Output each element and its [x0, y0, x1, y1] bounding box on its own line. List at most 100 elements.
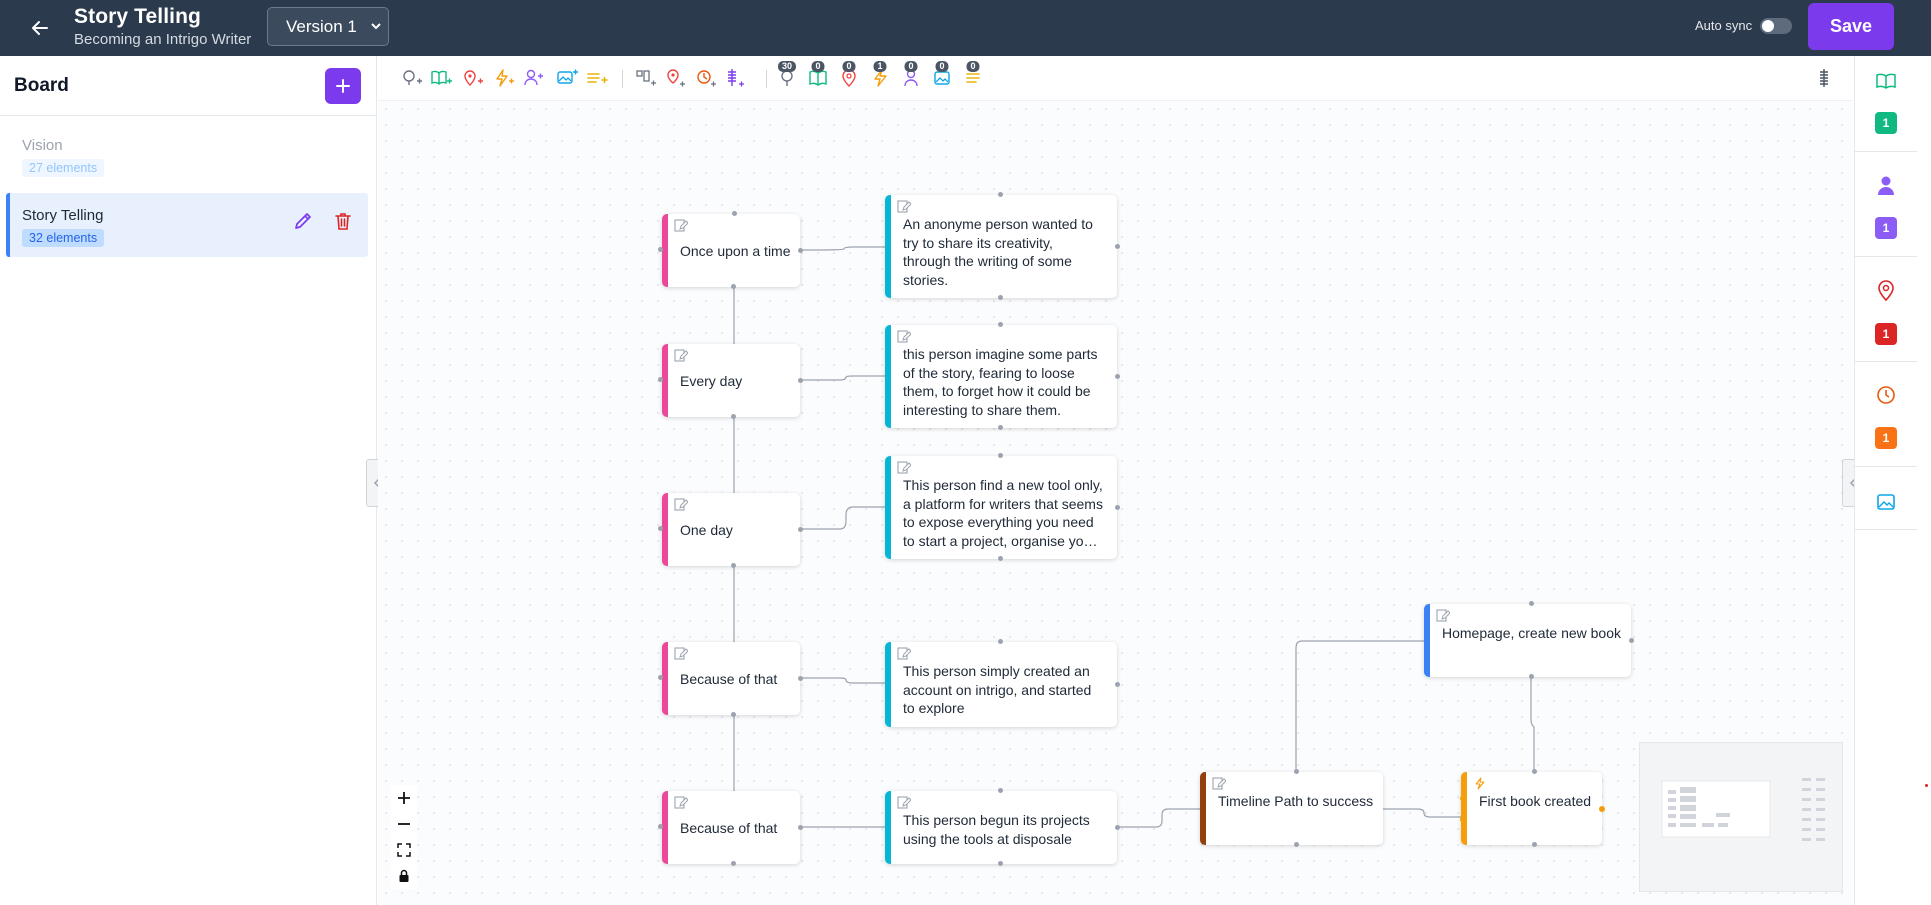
add-chapter-button[interactable] — [723, 67, 747, 89]
add-character-button[interactable] — [522, 67, 546, 89]
filter-characters-button[interactable]: 0 — [899, 61, 923, 89]
book-icon — [1876, 73, 1896, 89]
node-handle[interactable] — [1532, 842, 1537, 847]
node-handle[interactable] — [1460, 817, 1465, 822]
node-handle[interactable] — [731, 284, 736, 289]
board-item-story-telling[interactable]: Story Telling 32 elements — [6, 193, 368, 257]
add-place-button[interactable] — [461, 67, 485, 89]
add-book-button[interactable] — [430, 67, 454, 89]
delete-board-button[interactable] — [332, 210, 354, 232]
node-handle[interactable] — [731, 414, 736, 419]
note-edit-icon — [674, 349, 688, 362]
node-handle[interactable] — [998, 295, 1003, 300]
autosync-toggle[interactable] — [1760, 18, 1792, 34]
lock-canvas-button[interactable] — [391, 863, 417, 889]
board-canvas[interactable]: Once upon a time Every day One day Becau… — [378, 101, 1853, 905]
story-node[interactable]: Because of that — [662, 791, 800, 864]
zoom-controls — [391, 785, 417, 889]
node-handle[interactable] — [998, 322, 1003, 327]
node-handle[interactable] — [998, 861, 1003, 866]
story-node[interactable]: Because of that — [662, 642, 800, 715]
add-event-button[interactable] — [492, 67, 516, 89]
timeline-node[interactable]: Timeline Path to success — [1200, 772, 1383, 845]
add-group-button[interactable] — [634, 67, 658, 89]
node-handle[interactable] — [731, 861, 736, 866]
node-handle[interactable] — [1115, 505, 1120, 510]
node-handle[interactable] — [1529, 674, 1534, 679]
timeline-panel-button[interactable] — [1855, 385, 1917, 405]
filter-images-button[interactable]: 0 — [930, 61, 954, 89]
node-handle[interactable] — [798, 248, 803, 253]
add-idea-button[interactable] — [400, 67, 424, 89]
images-panel-button[interactable] — [1855, 493, 1917, 511]
node-handle[interactable] — [732, 211, 737, 216]
chevron-down-icon — [371, 23, 381, 30]
add-board-button[interactable] — [325, 68, 361, 104]
event-node[interactable]: First book created — [1461, 772, 1602, 845]
story-node[interactable]: Homepage, create new book — [1424, 604, 1631, 677]
node-handle[interactable] — [1115, 825, 1120, 830]
story-node[interactable]: This person find a new tool only, a plat… — [885, 456, 1117, 559]
characters-panel-button[interactable] — [1855, 175, 1917, 197]
node-handle[interactable] — [998, 453, 1003, 458]
add-place-path-button[interactable] — [663, 67, 687, 89]
node-handle[interactable] — [1629, 638, 1634, 643]
add-note-button[interactable] — [585, 67, 609, 89]
node-handle[interactable] — [1115, 374, 1120, 379]
node-handle[interactable] — [998, 639, 1003, 644]
story-node[interactable]: This person simply created an account on… — [885, 642, 1117, 727]
story-node[interactable]: This person begun its projects using the… — [885, 791, 1117, 864]
version-select[interactable]: Version 1 — [267, 7, 389, 46]
node-handle[interactable] — [1529, 601, 1534, 606]
node-handle[interactable] — [1115, 682, 1120, 687]
save-button[interactable]: Save — [1808, 3, 1894, 50]
node-handle[interactable] — [1532, 769, 1537, 774]
back-button[interactable] — [26, 14, 54, 42]
node-handle[interactable] — [658, 377, 663, 382]
add-timeline-button[interactable] — [694, 67, 718, 89]
minimap[interactable] — [1639, 742, 1843, 892]
note-edit-icon — [1212, 777, 1226, 790]
node-handle[interactable] — [798, 527, 803, 532]
node-handle[interactable] — [731, 563, 736, 568]
filter-places-button[interactable]: 0 — [837, 61, 861, 89]
node-handle[interactable] — [998, 425, 1003, 430]
node-handle[interactable] — [798, 825, 803, 830]
zoom-in-button[interactable] — [391, 785, 417, 811]
filter-events-button[interactable]: 1 — [868, 61, 892, 89]
node-handle[interactable] — [998, 192, 1003, 197]
story-node[interactable]: Once upon a time — [662, 214, 800, 287]
node-handle[interactable] — [1115, 244, 1120, 249]
story-node[interactable]: One day — [662, 493, 800, 566]
books-panel-button[interactable] — [1855, 71, 1917, 91]
node-handle[interactable] — [798, 676, 803, 681]
node-handle[interactable] — [1599, 806, 1605, 812]
node-handle[interactable] — [998, 788, 1003, 793]
places-count: 1 — [1855, 323, 1917, 345]
filter-ideas-button[interactable]: 30 — [775, 61, 799, 89]
node-text: this person imagine some parts of the st… — [903, 346, 1098, 418]
story-node[interactable]: this person imagine some parts of the st… — [885, 325, 1117, 428]
filter-notes-button[interactable]: 0 — [961, 61, 985, 89]
node-handle[interactable] — [1294, 769, 1299, 774]
timeline-view-button[interactable] — [1812, 67, 1836, 89]
node-handle[interactable] — [731, 712, 736, 717]
node-handle[interactable] — [658, 824, 663, 829]
node-handle[interactable] — [658, 247, 663, 252]
board-item-vision[interactable]: Vision 27 elements — [6, 123, 368, 187]
node-handle[interactable] — [998, 556, 1003, 561]
story-node[interactable]: An anonyme person wanted to try to share… — [885, 195, 1117, 298]
node-handle[interactable] — [1294, 842, 1299, 847]
rail-divider — [1855, 151, 1917, 152]
edit-board-button[interactable] — [292, 210, 314, 232]
story-node[interactable]: Every day — [662, 344, 800, 417]
places-panel-button[interactable] — [1855, 280, 1917, 302]
add-image-button[interactable] — [556, 67, 580, 89]
filter-books-button[interactable]: 0 — [806, 61, 830, 89]
node-handle[interactable] — [658, 675, 663, 680]
node-handle[interactable] — [798, 378, 803, 383]
node-handle[interactable] — [658, 526, 663, 531]
fit-view-button[interactable] — [391, 837, 417, 863]
node-handle[interactable] — [1460, 796, 1465, 801]
zoom-out-button[interactable] — [391, 811, 417, 837]
